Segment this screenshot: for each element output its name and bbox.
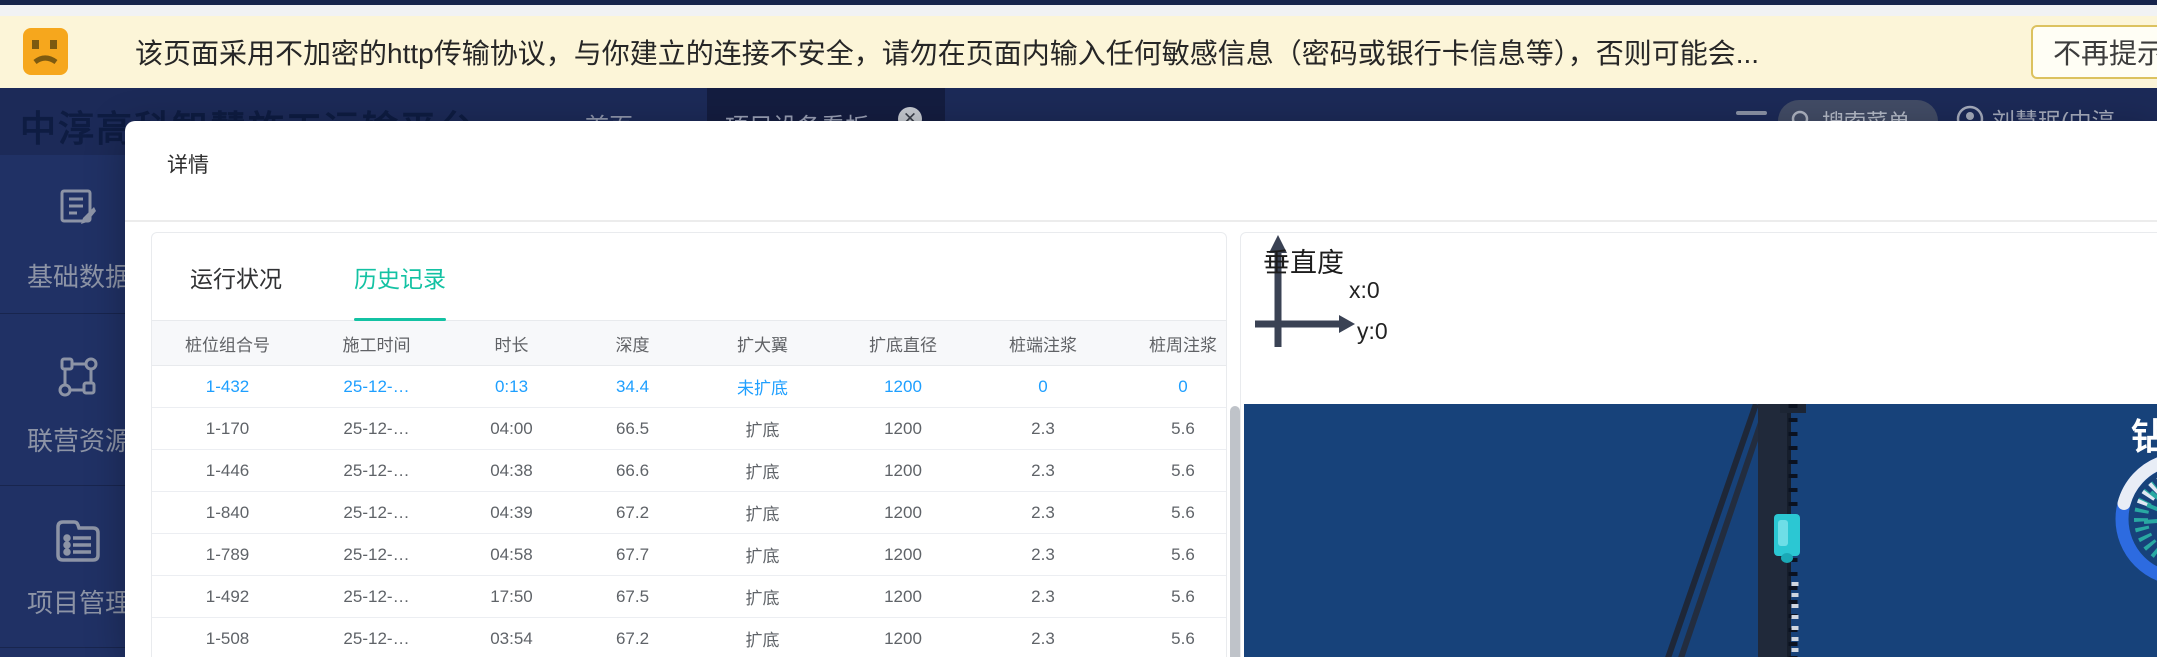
sidebar-divider [0,485,125,486]
table-row[interactable]: 1-432 25-12-… 0:13 34.4 未扩底 1200 0 0 [152,366,1226,408]
table-row[interactable]: 1-840 25-12-… 04:39 67.2 扩底 1200 2.3 5.6 [152,492,1226,534]
table-row[interactable]: 1-446 25-12-… 04:38 66.6 扩底 1200 2.3 5.6 [152,450,1226,492]
history-card: 运行状况 历史记录 桩位组合号 施工时间 时长 深度 扩大翼 扩底直径 桩端注浆… [151,232,1227,657]
rig-scene-graphic [1244,404,2157,657]
vertical-scrollbar[interactable] [1230,406,1240,657]
sidebar-item-label: 项目管理 [27,583,125,620]
rig-3d-scene[interactable] [1244,404,2157,657]
edit-document-icon [56,185,100,234]
verticality-label: 垂直度 [1263,241,1344,280]
table-row[interactable]: 1-492 25-12-… 17:50 67.5 扩底 1200 2.3 5.6 [152,576,1226,618]
modal-tab-bar: 运行状况 历史记录 [152,233,1226,321]
detail-modal: 详情 运行状况 历史记录 桩位组合号 施工时间 时长 深度 扩大翼 扩底直径 桩… [125,121,2157,657]
sidebar-item-label: 联营资源 [27,421,125,458]
col-header: 扩底直径 [833,331,973,356]
table-row[interactable]: 1-508 25-12-… 03:54 67.2 扩底 1200 2.3 5.6 [152,618,1226,657]
tab-running-status[interactable]: 运行状况 [190,233,282,320]
verticality-y-value: y:0 [1357,318,1388,345]
col-header: 桩端注浆 [973,331,1113,356]
sidebar-divider [0,313,125,314]
security-warning-text: 该页面采用不加密的http传输协议，与你建立的连接不安全，请勿在页面内输入任何敏… [135,16,1759,88]
drill-speed-gauge [2122,459,2157,579]
table-row[interactable]: 1-170 25-12-… 04:00 66.5 扩底 1200 2.3 5.6 [152,408,1226,450]
col-header: 扩大翼 [692,331,833,356]
table-header-row: 桩位组合号 施工时间 时长 深度 扩大翼 扩底直径 桩端注浆 桩周注浆 [152,321,1226,366]
modal-header-divider [125,220,2157,222]
dismiss-warning-button[interactable]: 不再提示 [2031,25,2157,79]
table-row[interactable]: 1-789 25-12-… 04:58 67.7 扩底 1200 2.3 5.6 [152,534,1226,576]
screen: 该页面采用不加密的http传输协议，与你建立的连接不安全，请勿在页面内输入任何敏… [0,0,2157,657]
tab-history-records[interactable]: 历史记录 [354,233,446,320]
modal-title: 详情 [167,149,209,179]
col-header: 时长 [450,331,573,356]
col-header: 桩位组合号 [152,331,303,356]
network-nodes-icon [56,355,100,404]
sidebar-item-label: 基础数据 [27,257,125,294]
sidebar-item-basic-data[interactable]: 基础数据 [0,185,125,313]
gauge-label: 钻 [2131,408,2157,460]
col-header: 施工时间 [303,331,450,356]
sidebar-divider [0,647,125,648]
sidebar-item-joint-resources[interactable]: 联营资源 [0,355,125,475]
sidebar: 基础数据 联营资源 [0,155,125,657]
verticality-x-value: x:0 [1349,277,1380,304]
security-warning-banner: 该页面采用不加密的http传输协议，与你建立的连接不安全，请勿在页面内输入任何敏… [0,16,2157,89]
warning-face-icon [23,28,68,75]
sidebar-item-project-management[interactable]: 项目管理 [0,513,125,643]
folder-list-icon [50,513,106,574]
monitor-card: 垂直度 x:0 y:0 施工阶段 施工中 持续时长 0:13:1 最大深度 34… [1240,232,2157,657]
col-header: 深度 [573,331,692,356]
col-header: 桩周注浆 [1113,331,1227,356]
